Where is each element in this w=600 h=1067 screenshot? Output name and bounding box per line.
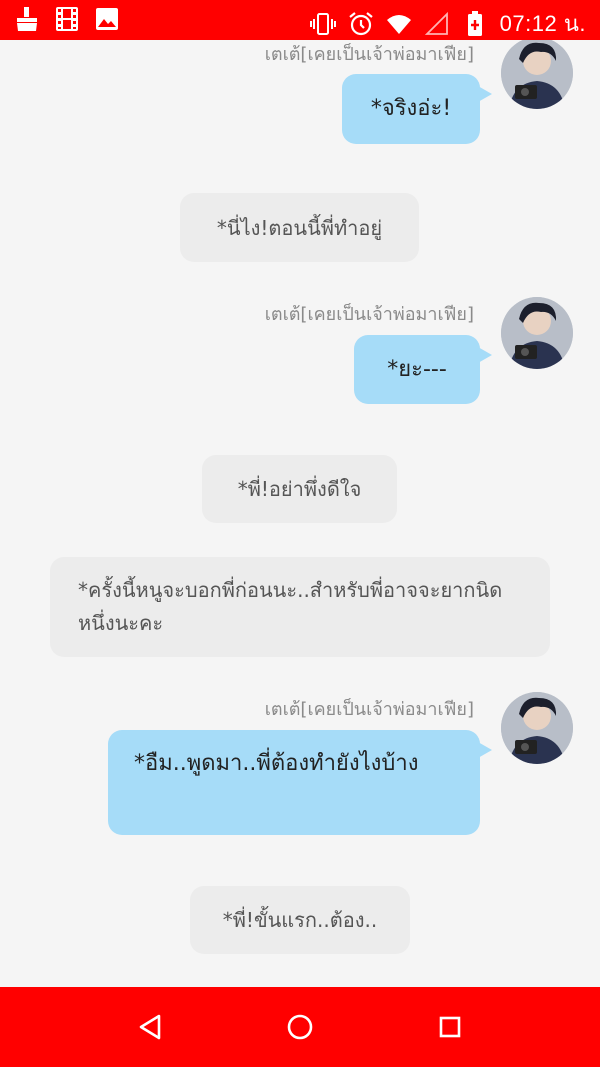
message-text: *ครั้งนี้หนูจะบอกพี่ก่อนนะ..สำหรับพี่อาจ… bbox=[78, 578, 503, 635]
message-bubble-sent[interactable]: *จริงอ่ะ! bbox=[342, 74, 492, 144]
message-text: *ยะ--- bbox=[387, 356, 447, 382]
bubble-tail bbox=[478, 742, 492, 758]
message-bubble-sent[interactable]: *อืม..พูดมา..พี่ต้องทำยังไงบ้าง bbox=[108, 730, 492, 835]
avatar[interactable] bbox=[501, 40, 573, 109]
message-text: *จริงอ่ะ! bbox=[370, 96, 452, 121]
sender-name: เตเต้[เคยเป็นเจ้าพ่อมาเฟีย] bbox=[264, 699, 474, 720]
signal-icon bbox=[424, 11, 450, 37]
vibrate-icon bbox=[309, 11, 336, 37]
broom-icon bbox=[14, 6, 40, 32]
narration-bubble[interactable]: *พี่!ขั้นแรก..ต้อง.. bbox=[190, 886, 410, 954]
bubble-tail bbox=[478, 86, 492, 102]
bubble-tail bbox=[478, 347, 492, 363]
film-icon bbox=[54, 6, 80, 32]
narration-bubble[interactable]: *นี่ไง!ตอนนี้พี่ทำอยู่ bbox=[180, 193, 419, 262]
chat-area[interactable]: เตเต้[เคยเป็นเจ้าพ่อมาเฟีย] *จริงอ่ะ! *น… bbox=[0, 40, 600, 987]
sender-name: เตเต้[เคยเป็นเจ้าพ่อมาเฟีย] bbox=[264, 304, 474, 325]
wifi-icon bbox=[386, 11, 412, 37]
narration-bubble[interactable]: *พี่!อย่าพึ่งดีใจ bbox=[202, 455, 397, 523]
message-text: *พี่!ขั้นแรก..ต้อง.. bbox=[222, 908, 378, 932]
navigation-bar bbox=[0, 987, 600, 1067]
image-icon bbox=[94, 6, 120, 32]
home-icon[interactable] bbox=[280, 1007, 320, 1047]
avatar[interactable] bbox=[501, 297, 573, 369]
message-text: *อืม..พูดมา..พี่ต้องทำยังไงบ้าง bbox=[134, 751, 419, 776]
message-text: *นี่ไง!ตอนนี้พี่ทำอยู่ bbox=[216, 215, 383, 240]
back-icon[interactable] bbox=[130, 1007, 170, 1047]
status-bar: 07:12 น. bbox=[0, 0, 600, 40]
sender-name: เตเต้[เคยเป็นเจ้าพ่อมาเฟีย] bbox=[264, 44, 474, 65]
narration-bubble[interactable]: *ครั้งนี้หนูจะบอกพี่ก่อนนะ..สำหรับพี่อาจ… bbox=[50, 557, 550, 657]
message-text: *พี่!อย่าพึ่งดีใจ bbox=[237, 477, 362, 501]
recents-icon[interactable] bbox=[430, 1007, 470, 1047]
message-bubble-sent[interactable]: *ยะ--- bbox=[354, 335, 492, 404]
alarm-icon bbox=[348, 11, 374, 37]
avatar[interactable] bbox=[501, 692, 573, 764]
clock: 07:12 น. bbox=[499, 11, 586, 36]
battery-charging-icon bbox=[462, 10, 488, 37]
